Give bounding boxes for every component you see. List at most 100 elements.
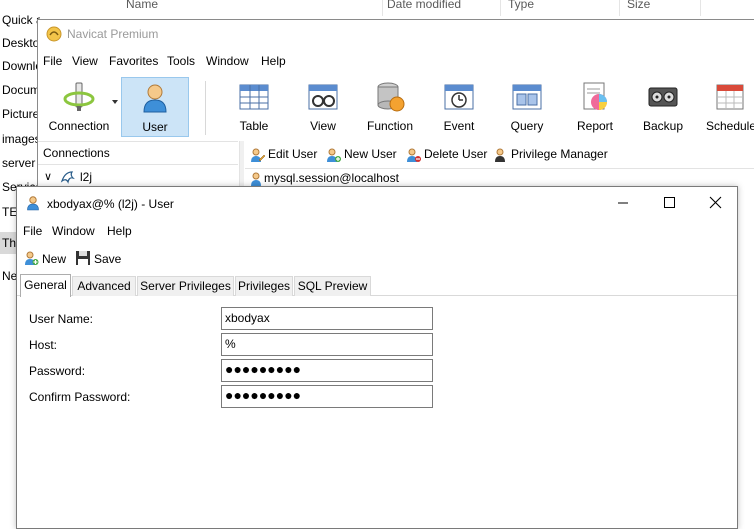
chevron-down-icon[interactable]: ∨ (44, 170, 52, 183)
confirm-password-label: Confirm Password: (29, 390, 131, 404)
menu-window[interactable]: Window (52, 224, 95, 238)
menu-tools[interactable]: Tools (167, 54, 195, 68)
column-size[interactable]: Size (627, 0, 650, 11)
toolbar-connection-button[interactable]: Connection (40, 77, 118, 137)
general-tab-form: User Name: xbodyax Host: % Password: ●●●… (17, 297, 737, 529)
column-divider (700, 0, 701, 16)
toolbar-function-button[interactable]: Function (356, 77, 424, 137)
menu-view[interactable]: View (72, 54, 98, 68)
maximize-icon (664, 197, 675, 208)
tab-general[interactable]: General (20, 274, 71, 297)
toolbar-backup-label: Backup (642, 119, 684, 133)
connections-pane-header: Connections (38, 141, 238, 165)
close-icon (709, 196, 722, 209)
nav-item-quick-access[interactable]: Quick access (0, 9, 40, 31)
user-window-tabs: General Advanced Server Privileges Privi… (17, 274, 737, 297)
host-input[interactable]: % (221, 333, 433, 356)
connections-header-label: Connections (43, 146, 110, 160)
user-window-title: xbodyax@% (l2j) - User (47, 197, 174, 211)
toolbar-view-button[interactable]: View (289, 77, 357, 137)
toolbar-schedule-label: Schedule (705, 119, 754, 133)
schedule-icon (716, 84, 744, 110)
object-toolbar: Edit User New User Delete User Privilege… (245, 142, 754, 166)
toolbar-report-button[interactable]: Report (561, 77, 629, 137)
toolbar-user-label: User (142, 120, 168, 134)
user-list-item-label: mysql.session@localhost (264, 171, 399, 185)
new-user-label: New User (344, 147, 397, 161)
menu-window[interactable]: Window (206, 54, 249, 68)
new-button-label: New (42, 252, 67, 266)
delete-user-button[interactable]: Delete User (405, 146, 488, 164)
tab-sql-preview[interactable]: SQL Preview (294, 276, 371, 296)
password-label: Password: (29, 364, 86, 378)
delete-user-label: Delete User (424, 147, 488, 161)
delete-user-icon (407, 148, 421, 162)
save-button-label: Save (94, 252, 122, 266)
toolbar-user-button[interactable]: User (121, 77, 189, 137)
explorer-column-header: Name Date modified Type Size (0, 0, 754, 16)
toolbar-schedule-button[interactable]: Schedule (697, 77, 754, 137)
floppy-disk-icon (76, 251, 90, 265)
column-date-modified[interactable]: Date modified (387, 0, 461, 11)
user-name-label: User Name: (29, 312, 94, 326)
menu-help[interactable]: Help (107, 224, 132, 238)
tab-server-privileges[interactable]: Server Privileges (137, 276, 234, 296)
column-divider (382, 0, 383, 16)
connection-tree-item[interactable]: ∨ l2j (38, 166, 238, 188)
nav-item-downloads[interactable]: Downloads (0, 55, 40, 77)
menu-help[interactable]: Help (261, 54, 286, 68)
nav-item-desktop[interactable]: Desktop (0, 32, 40, 54)
navicat-title-bar[interactable]: Navicat Premium (38, 20, 754, 49)
report-icon (583, 82, 607, 110)
toolbar-query-label: Query (510, 119, 544, 133)
menu-favorites[interactable]: Favorites (109, 54, 158, 68)
edit-user-label: Edit User (268, 147, 318, 161)
navicat-logo-icon (46, 26, 62, 42)
user-window-title-bar[interactable]: xbodyax@% (l2j) - User (17, 187, 737, 219)
query-icon (512, 84, 542, 110)
minimize-icon (618, 202, 628, 204)
toolbar-table-label: Table (239, 119, 269, 133)
pane-splitter[interactable] (239, 141, 244, 189)
nav-item-documents[interactable]: Documents (0, 79, 40, 101)
table-icon (239, 84, 269, 110)
nav-item-images[interactable]: images (0, 128, 40, 150)
password-input[interactable]: ●●●●●●●●● (221, 359, 433, 382)
new-user-icon (327, 148, 341, 162)
user-list-item[interactable]: mysql.session@localhost (245, 168, 754, 188)
nav-item-server[interactable]: server (0, 152, 40, 174)
navicat-main-toolbar: Connection User Table View Function Even… (38, 75, 754, 139)
menu-file[interactable]: File (23, 224, 42, 238)
toolbar-event-button[interactable]: Event (425, 77, 493, 137)
close-button[interactable] (692, 187, 738, 219)
toolbar-connection-label: Connection (48, 119, 110, 133)
connection-icon (63, 82, 95, 111)
user-name-input[interactable]: xbodyax (221, 307, 433, 330)
confirm-password-input[interactable]: ●●●●●●●●● (221, 385, 433, 408)
maximize-button[interactable] (646, 187, 692, 219)
toolbar-event-label: Event (443, 119, 475, 133)
new-user-button[interactable]: New User (325, 146, 399, 164)
save-button[interactable]: Save (75, 250, 125, 268)
column-name[interactable]: Name (126, 0, 158, 11)
toolbar-table-button[interactable]: Table (220, 77, 288, 137)
privilege-manager-label: Privilege Manager (511, 147, 608, 161)
toolbar-view-label: View (310, 119, 336, 133)
tab-privileges[interactable]: Privileges (235, 276, 293, 296)
connection-dropdown-arrow-icon[interactable] (112, 100, 118, 104)
backup-icon (648, 87, 678, 107)
user-icon (251, 172, 261, 186)
toolbar-backup-button[interactable]: Backup (629, 77, 697, 137)
mysql-dolphin-icon (60, 171, 75, 184)
menu-file[interactable]: File (43, 54, 62, 68)
column-type[interactable]: Type (508, 0, 534, 11)
minimize-button[interactable] (600, 187, 646, 219)
function-icon (377, 82, 405, 112)
nav-item-pictures[interactable]: Pictures (0, 103, 40, 125)
new-button[interactable]: New (23, 250, 71, 268)
privilege-manager-button[interactable]: Privilege Manager (492, 146, 617, 164)
toolbar-query-button[interactable]: Query (493, 77, 561, 137)
edit-user-icon (251, 148, 265, 162)
edit-user-button[interactable]: Edit User (249, 146, 321, 164)
tab-advanced[interactable]: Advanced (72, 276, 136, 296)
